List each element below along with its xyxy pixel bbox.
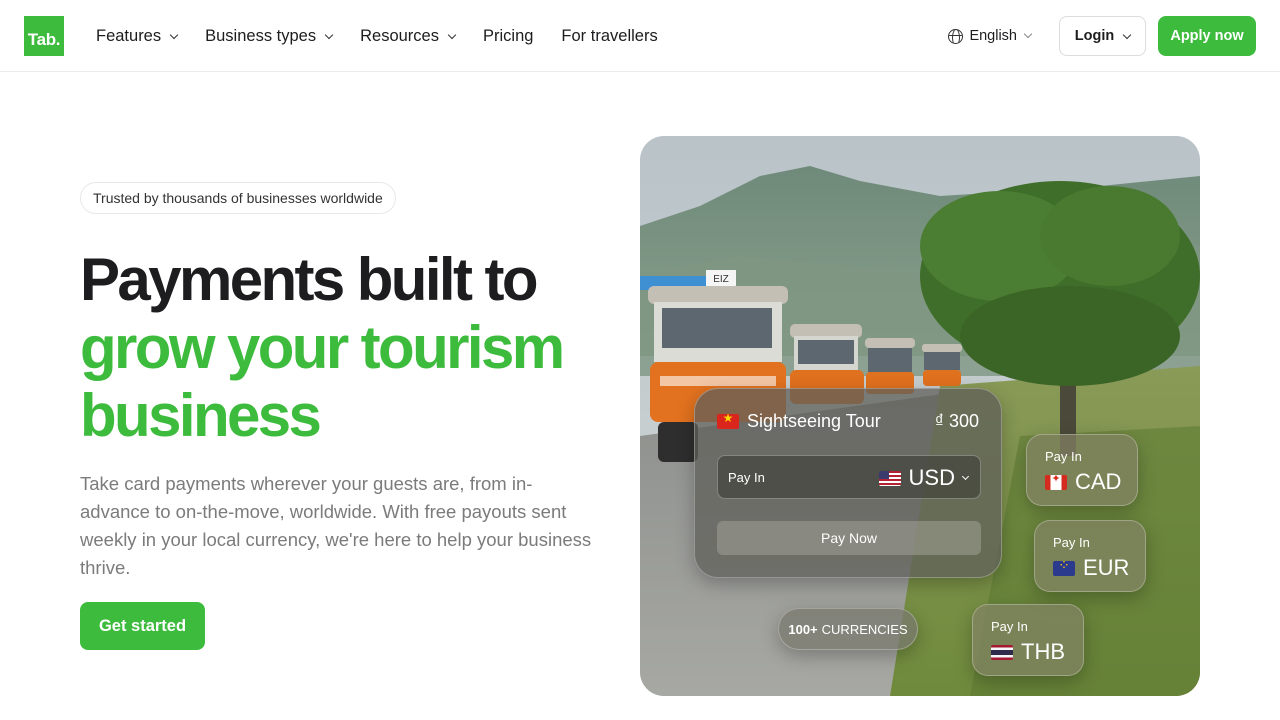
currency-code-text: EUR [1083,555,1130,580]
nav-features[interactable]: Features [96,26,179,46]
hero-title-line-1: Payments built to [80,246,538,313]
get-started-button[interactable]: Get started [80,602,205,650]
tour-title: Sightseeing Tour [717,411,881,432]
apply-now-button[interactable]: Apply now [1158,16,1256,56]
tour-name: Sightseeing Tour [747,411,881,431]
canada-flag-icon [1045,474,1067,490]
selected-currency-code: USD [908,465,955,490]
hero-title: Payments built to grow your tourism busi… [80,246,600,450]
pay-in-label: Pay In [728,470,765,485]
currencies-label: CURRENCIES [821,621,908,637]
currency-select[interactable]: Pay In USD [717,455,981,499]
currency-code-text: CAD [1075,469,1122,494]
nav-business-types[interactable]: Business types [205,26,334,46]
selected-currency: USD [878,465,970,491]
trust-badge: Trusted by thousands of businesses world… [80,182,396,214]
top-navigation: Tab. Features Business types Resources P… [0,0,1280,72]
chevron-down-icon [447,30,457,39]
nav-for-travellers[interactable]: For travellers [561,27,657,46]
login-label: Login [1074,28,1115,44]
currencies-count: 100+ [788,621,818,637]
pay-in-label: Pay In [1053,535,1090,550]
currency-code: CAD [1045,469,1121,495]
currencies-pill: 100+ CURRENCIES [778,608,918,650]
login-button[interactable]: Login [1059,16,1146,56]
nav-actions: English Login Apply now [948,16,1256,56]
nav-for-travellers-label: For travellers [561,26,658,45]
pay-in-label: Pay In [991,619,1028,634]
nav-business-types-label: Business types [205,26,317,45]
currency-option-thb: Pay In THB [972,604,1084,676]
nav-features-label: Features [96,26,162,45]
vietnam-flag-icon [717,414,739,429]
tab-logo[interactable]: Tab. [24,16,64,56]
globe-icon [948,28,964,44]
currency-code-text: THB [1021,639,1065,664]
tuktuk-plate: EIZ [713,274,729,285]
chevron-down-icon [1122,30,1132,39]
hero-description: Take card payments wherever your guests … [80,473,592,578]
tour-price: ₫ 300 [934,411,979,431]
hero-title-line-2: grow your tourism [80,314,565,381]
eu-flag-icon [1053,560,1075,576]
nav-resources[interactable]: Resources [360,26,457,46]
currency-code: EUR [1053,555,1129,581]
chevron-down-icon [169,30,179,39]
thailand-flag-icon [991,644,1013,660]
us-flag-icon [878,470,901,486]
pay-now-button[interactable]: Pay Now [717,521,981,555]
payment-widget-card: Sightseeing Tour ₫ 300 Pay In USD Pay No… [694,388,1002,578]
hero-image: EIZ Sightseeing Tour ₫ 300 Pay In [640,136,1200,696]
currency-code: THB [991,639,1065,665]
chevron-down-icon [961,472,970,480]
language-label: English [969,28,1017,44]
nav-pricing[interactable]: Pricing [483,27,533,46]
currency-option-cad: Pay In CAD [1026,434,1138,506]
currency-option-eur: Pay In EUR [1034,520,1146,592]
pay-in-label: Pay In [1045,449,1082,464]
chevron-down-icon [324,30,334,39]
hero-title-line-3: business [80,382,322,449]
nav-links: Features Business types Resources Pricin… [96,0,686,72]
nav-pricing-label: Pricing [482,26,534,45]
chevron-down-icon [1023,29,1033,39]
nav-resources-label: Resources [360,26,439,45]
language-selector[interactable]: English [948,28,1033,44]
